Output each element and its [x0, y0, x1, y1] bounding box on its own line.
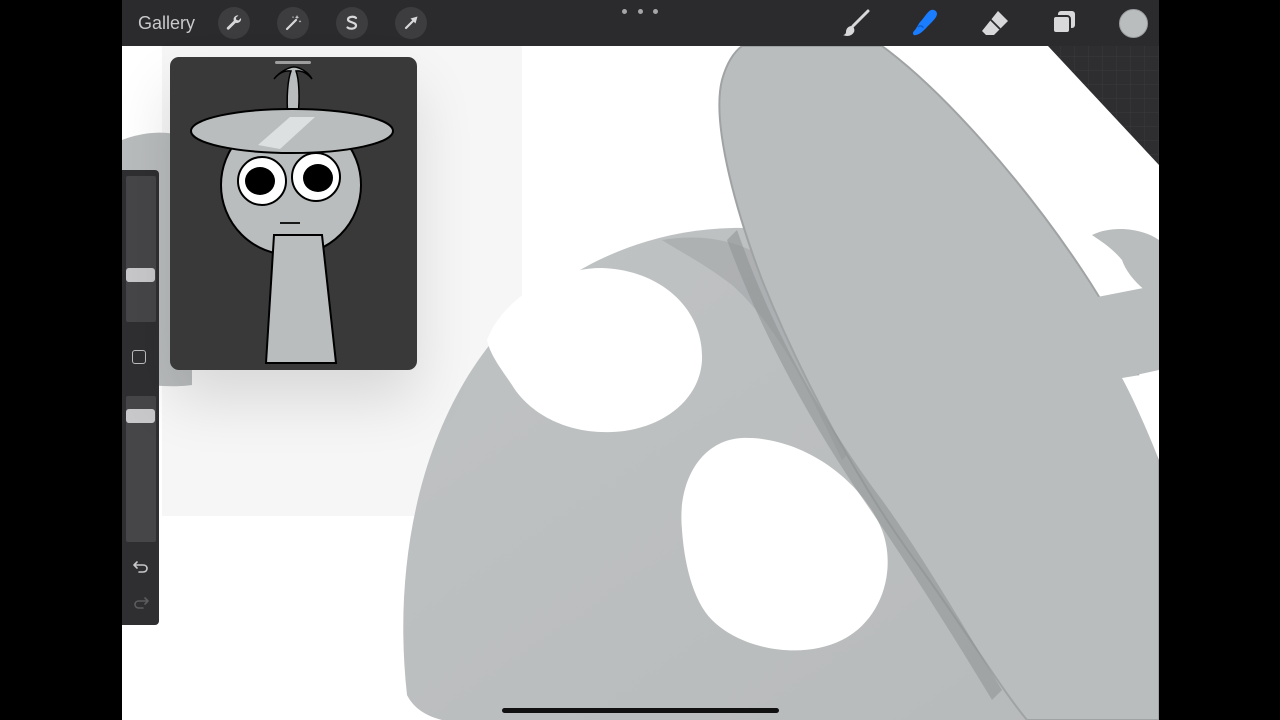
- dot-icon: [637, 8, 643, 14]
- selection-s-icon: [346, 15, 358, 30]
- brush-size-slider[interactable]: [126, 176, 156, 322]
- dot-icon: [622, 8, 627, 14]
- actions-button[interactable]: [218, 7, 250, 39]
- layers-icon: [1052, 11, 1075, 34]
- color-picker-button[interactable]: [1119, 9, 1148, 38]
- brush-tool-button[interactable]: [839, 6, 873, 40]
- left-sidebar: [122, 170, 159, 625]
- magic-wand-icon: [285, 15, 302, 31]
- smudge-tool-button[interactable]: [908, 6, 942, 40]
- smudge-finger-icon: [912, 9, 937, 36]
- arrow-cursor-icon: [404, 16, 418, 30]
- brush-icon: [843, 9, 870, 36]
- brush-size-handle[interactable]: [126, 268, 155, 282]
- eraser-icon: [982, 11, 1008, 35]
- eraser-tool-button[interactable]: [978, 6, 1012, 40]
- opacity-slider[interactable]: [126, 396, 156, 542]
- redo-button[interactable]: [131, 592, 151, 612]
- opacity-handle[interactable]: [126, 409, 155, 423]
- procreate-app: Gallery: [122, 0, 1159, 720]
- home-indicator[interactable]: [502, 708, 779, 713]
- dot-icon: [653, 8, 658, 14]
- gallery-button[interactable]: Gallery: [138, 12, 195, 34]
- selection-button[interactable]: [336, 7, 368, 39]
- wrench-icon: [226, 15, 242, 30]
- top-toolbar: Gallery: [122, 0, 1159, 46]
- redo-arrow-icon: [134, 597, 149, 609]
- character-thumbnail-image: [190, 66, 394, 364]
- canvas-outside-area: [1048, 46, 1159, 165]
- reference-grabber[interactable]: [275, 61, 311, 64]
- layers-button[interactable]: [1047, 6, 1081, 40]
- adjustments-button[interactable]: [277, 7, 309, 39]
- transform-button[interactable]: [395, 7, 427, 39]
- undo-arrow-icon: [133, 561, 148, 573]
- modify-button[interactable]: [132, 350, 146, 364]
- more-options-handle[interactable]: [622, 6, 658, 16]
- reference-window[interactable]: [170, 57, 417, 370]
- undo-button[interactable]: [131, 556, 151, 576]
